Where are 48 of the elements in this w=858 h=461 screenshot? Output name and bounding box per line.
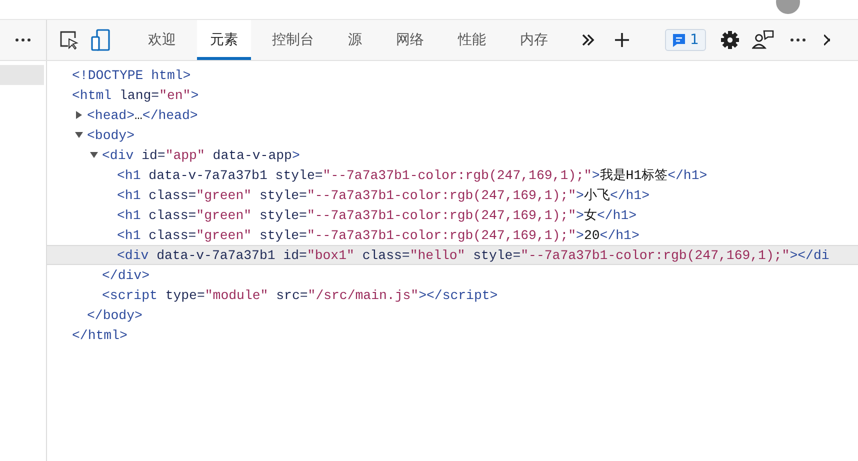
collapsed-arrow-icon[interactable]	[75, 111, 83, 119]
dom-code-line: </html>	[72, 328, 128, 342]
panel-tab[interactable]: 网络	[383, 20, 437, 60]
add-icon[interactable]	[615, 33, 629, 47]
device-icon[interactable]	[91, 29, 111, 51]
dom-row[interactable]: <h1 data-v-7a7a37b1 style="--7a7a37b1-color:rgb(247,169,1);">我是H1标签</h1>	[47, 165, 858, 185]
dom-row[interactable]: <h1 class="green" style="--7a7a37b1-color:rgb(247,169,1);">小飞</h1>	[47, 185, 858, 205]
panel-tab[interactable]: 性能	[445, 20, 499, 60]
dom-code-line: <body>	[87, 128, 134, 142]
panel-tab[interactable]: 欢迎	[135, 20, 189, 60]
panel-tab[interactable]: 源	[335, 20, 375, 60]
dom-row[interactable]: </body>	[47, 305, 858, 325]
issues-button[interactable]: 1	[665, 29, 706, 51]
dom-row[interactable]: </html>	[47, 325, 858, 345]
dom-code-line: <h1 class="green" style="--7a7a37b1-color:rgb(247,169,1);">20</h1>	[117, 228, 640, 242]
dom-code-line: </div>	[102, 268, 150, 282]
dom-code-line: <script type="module" src="/src/main.js"></script>	[102, 288, 498, 302]
dom-row[interactable]: <html lang="en">	[47, 85, 858, 105]
dom-code-line: <h1 class="green" style="--7a7a37b1-color:rgb(247,169,1);">女</h1>	[117, 207, 637, 224]
dom-code-line: <h1 class="green" style="--7a7a37b1-color:rgb(247,169,1);">小飞</h1>	[117, 187, 650, 204]
dom-code-line: <!DOCTYPE html>	[72, 68, 191, 82]
panel-tab[interactable]: 控制台	[259, 20, 327, 60]
feedback-icon[interactable]	[752, 30, 774, 50]
expanded-arrow-icon[interactable]	[90, 151, 98, 159]
expanded-arrow-icon[interactable]	[75, 131, 83, 139]
dom-row[interactable]: <script type="module" src="/src/main.js"></script>	[47, 285, 858, 305]
panel-tab[interactable]: 内存	[507, 20, 561, 60]
dom-code-line: <div data-v-7a7a37b1 id="box1" class="hello" style="--7a7a37b1-color:rgb(247,169,1);"></di	[117, 248, 830, 262]
dom-row[interactable]: </div>	[47, 265, 858, 285]
panel-tab[interactable]: 元素	[197, 20, 251, 60]
dom-row[interactable]: <body>	[47, 125, 858, 145]
more-tabs-icon[interactable]	[581, 34, 595, 46]
inspect-icon[interactable]	[59, 30, 79, 50]
more-icon[interactable]	[790, 38, 806, 42]
dom-row[interactable]: <!DOCTYPE html>	[47, 65, 858, 85]
more-icon[interactable]	[15, 38, 31, 42]
dom-row[interactable]: <h1 class="green" style="--7a7a37b1-color:rgb(247,169,1);">20</h1>	[47, 225, 858, 245]
dom-code-line: </body>	[87, 308, 142, 322]
dom-row[interactable]: <head>…</head>	[47, 105, 858, 125]
dom-code-line: <div id="app" data-v-app>	[102, 148, 300, 162]
settings-icon[interactable]	[720, 30, 740, 50]
dom-code-line: <h1 data-v-7a7a37b1 style="--7a7a37b1-color:rgb(247,169,1);">我是H1标签</h1>	[117, 167, 708, 184]
dom-code-line: <head>…</head>	[87, 108, 198, 122]
dom-row[interactable]: <h1 class="green" style="--7a7a37b1-color:rgb(247,169,1);">女</h1>	[47, 205, 858, 225]
selected-dom-row[interactable]: <div data-v-7a7a37b1 id="box1" class="hello" style="--7a7a37b1-color:rgb(247,169,1);"></di	[47, 245, 858, 265]
message-icon	[672, 32, 686, 48]
dom-code-line: <html lang="en">	[72, 88, 199, 102]
dom-row[interactable]: <div id="app" data-v-app>	[47, 145, 858, 165]
